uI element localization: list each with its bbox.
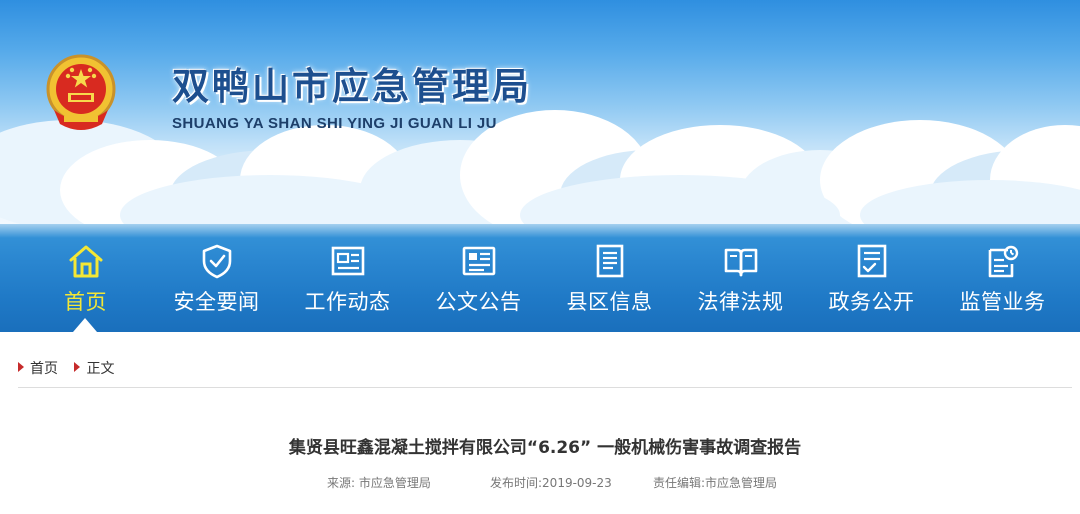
home-icon: [69, 245, 103, 278]
breadcrumb-item-home[interactable]: 首页: [18, 358, 58, 378]
nav-item-supervision[interactable]: 监管业务: [937, 224, 1068, 332]
article-editor: 责任编辑:市应急管理局: [653, 476, 778, 490]
nav-label-home: 首页: [64, 290, 107, 314]
breadcrumb-divider: [18, 387, 1072, 388]
article-title: 集贤县旺鑫混凝土搅拌有限公司“6.26” 一般机械伤害事故调查报告: [288, 438, 802, 458]
shield-check-icon: [202, 244, 232, 279]
article-source: 来源: 市应急管理局: [327, 476, 431, 490]
nav-item-home[interactable]: 首页: [20, 224, 151, 332]
main-nav: 首页 安全要闻 工作动态 公文公告 县区信息 法律法规 政务公开 监管业务: [0, 224, 1080, 332]
breadcrumb: 首页 正文: [18, 358, 126, 380]
nav-item-announcements[interactable]: 公文公告: [413, 224, 544, 332]
nav-item-work-updates[interactable]: 工作动态: [282, 224, 413, 332]
nav-label-county-info: 县区信息: [566, 290, 653, 314]
nav-label-supervision: 监管业务: [959, 290, 1046, 314]
site-title: 双鸭山市应急管理局: [172, 65, 532, 108]
nav-label-safety-news: 安全要闻: [173, 290, 260, 314]
open-book-icon: [724, 248, 758, 277]
checklist-icon: [857, 244, 887, 278]
document-list-icon: [596, 244, 624, 278]
nav-label-laws: 法律法规: [697, 290, 784, 314]
supervision-icon: [988, 245, 1019, 278]
national-emblem-icon: [46, 54, 116, 130]
nav-item-safety-news[interactable]: 安全要闻: [151, 224, 282, 332]
active-nav-pointer: [73, 318, 97, 332]
breadcrumb-label-current: 正文: [86, 361, 115, 377]
nav-item-gov-affairs[interactable]: 政务公开: [806, 224, 937, 332]
nav-item-county-info[interactable]: 县区信息: [544, 224, 675, 332]
nav-item-laws[interactable]: 法律法规: [675, 224, 806, 332]
site-subtitle: SHUANG YA SHAN SHI YING JI GUAN LI JU: [172, 115, 497, 132]
article-publish-time: 发布时间:2019-09-23: [490, 476, 612, 490]
nav-label-work-updates: 工作动态: [304, 290, 391, 314]
breadcrumb-label-home[interactable]: 首页: [30, 361, 58, 377]
nav-label-announcements: 公文公告: [435, 290, 522, 314]
news-icon: [331, 246, 365, 276]
breadcrumb-arrow-icon: [18, 362, 24, 372]
breadcrumb-item-current: 正文: [74, 358, 114, 378]
breadcrumb-arrow-icon: [74, 362, 81, 372]
header-banner: 双鸭山市应急管理局 SHUANG YA SHAN SHI YING JI GUA…: [0, 0, 1080, 232]
nav-label-gov-affairs: 政务公开: [828, 290, 915, 314]
notice-icon: [462, 246, 496, 276]
